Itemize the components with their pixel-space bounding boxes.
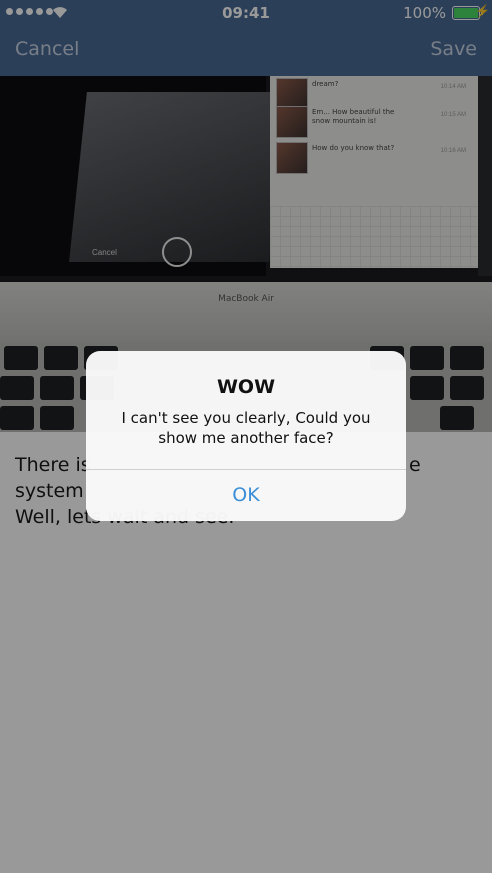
alert-title: WOW (216, 376, 276, 398)
ok-button[interactable]: OK (86, 470, 406, 521)
alert-message: I can't see you clearly, Could you show … (121, 409, 371, 447)
alert-dialog: WOW I can't see you clearly, Could you s… (86, 351, 406, 521)
